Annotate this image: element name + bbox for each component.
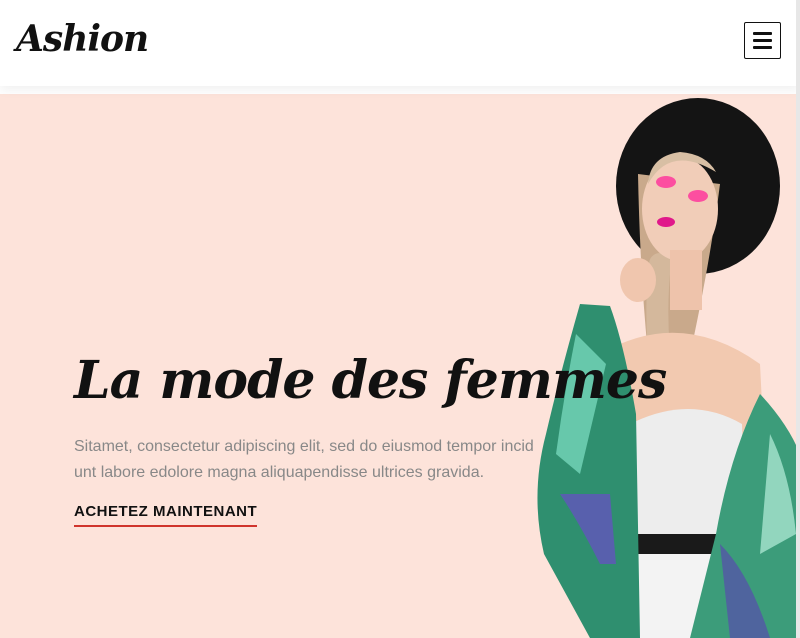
site-logo[interactable]: Ashion [16, 18, 149, 60]
hero-description: Sitamet, consectetur adipiscing elit, se… [74, 438, 534, 481]
hero-title: La mode des femmes [74, 350, 667, 411]
shop-now-link[interactable]: ACHETEZ MAINTENANT [74, 503, 258, 527]
hero-section: La mode des femmes Sitamet, consectetur … [0, 94, 800, 638]
hamburger-menu-icon-bar [753, 46, 772, 49]
site-header: Ashion [0, 0, 800, 86]
scrollbar[interactable] [796, 0, 800, 638]
menu-toggle-button[interactable] [744, 22, 781, 59]
hamburger-menu-icon [753, 32, 772, 35]
hamburger-menu-icon-bar [753, 39, 772, 42]
